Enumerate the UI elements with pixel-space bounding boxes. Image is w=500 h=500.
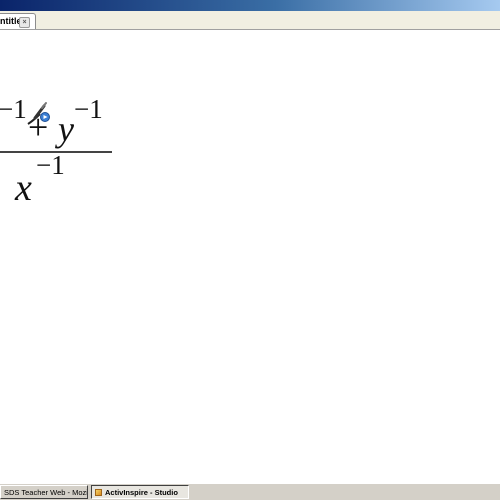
close-icon[interactable]: ×: [19, 17, 30, 28]
pen-tool-icon: [27, 102, 50, 125]
taskbar-item-browser[interactable]: SDS Teacher Web - Mozil...: [0, 485, 88, 499]
window-title-bar[interactable]: [0, 0, 500, 11]
denominator-variable-x: x: [15, 167, 32, 209]
document-tab-strip: Untitled* ×: [0, 11, 500, 30]
taskbar-item-label: SDS Teacher Web - Mozil...: [4, 488, 88, 497]
numerator-variable-y: y: [58, 109, 74, 149]
flipchart-canvas[interactable]: −1 + y −1 x −1: [0, 30, 500, 482]
taskbar-item-label: ActivInspire - Studio: [105, 488, 178, 497]
taskbar: SDS Teacher Web - Mozil... ActivInspire …: [0, 482, 500, 500]
document-tab[interactable]: Untitled* ×: [0, 13, 36, 29]
activinspire-window: Untitled* × −1 + y −1 x −1 SDS Teacher W…: [0, 0, 500, 500]
taskbar-item-activinspire[interactable]: ActivInspire - Studio: [91, 485, 189, 499]
numerator-right-exponent: −1: [74, 94, 103, 124]
numerator-left-exponent: −1: [0, 94, 27, 124]
activinspire-app-icon: [95, 489, 102, 496]
denominator-exponent: −1: [36, 150, 65, 180]
